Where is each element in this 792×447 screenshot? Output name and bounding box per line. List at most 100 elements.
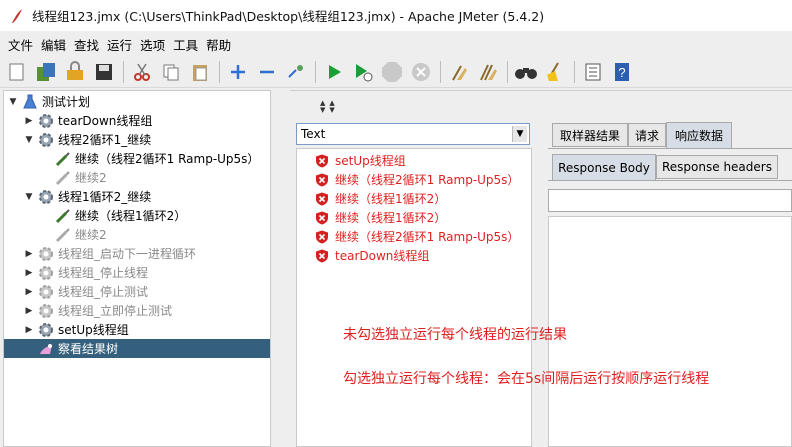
templates-icon[interactable] xyxy=(34,60,58,84)
tree-node-label: 继续（线程2循环1 Ramp-Up5s） xyxy=(75,152,260,166)
gear-icon xyxy=(37,302,54,319)
clear-all-icon[interactable] xyxy=(476,60,500,84)
menu-search[interactable]: 查找 xyxy=(70,35,103,54)
tree-node-sampler[interactable]: 继续（线程2循环1 Ramp-Up5s） xyxy=(54,149,259,168)
collapse-toggle-icon[interactable]: ▼ xyxy=(24,192,34,202)
toolbar: ? xyxy=(0,57,792,88)
tab-label: Response headers xyxy=(662,160,772,174)
result-item[interactable]: 继续（线程2循环1 Ramp-Up5s） xyxy=(315,170,519,189)
tree-node-label: setUp线程组 xyxy=(58,323,129,337)
menu-edit[interactable]: 编辑 xyxy=(37,35,70,54)
tree-node-teardown[interactable]: ▶ tearDown线程组 xyxy=(24,111,152,130)
toolbar-separator xyxy=(507,61,508,83)
pipette-icon xyxy=(54,207,71,224)
collapse-toggle-icon[interactable]: ▼ xyxy=(8,97,18,107)
tree-node-label: 继续2 xyxy=(75,228,107,242)
response-body-area[interactable] xyxy=(548,216,792,447)
start-icon[interactable] xyxy=(322,60,346,84)
tab-response-body[interactable]: Response Body xyxy=(552,154,656,180)
tree-node-label: 线程组_启动下一进程循环 xyxy=(58,247,197,261)
gear-icon xyxy=(37,264,54,281)
tree-node-sampler-disabled[interactable]: 继续2 xyxy=(54,168,107,187)
new-icon[interactable] xyxy=(5,60,29,84)
tree-node-sampler[interactable]: 继续（线程1循环2） xyxy=(54,206,186,225)
error-shield-icon xyxy=(316,211,328,224)
tree-node-thread2[interactable]: ▼ 线程2循环1_继续 xyxy=(24,130,151,149)
reset-search-icon[interactable] xyxy=(543,60,567,84)
chevron-down-icon[interactable]: ▼ xyxy=(512,126,527,142)
title-bar: 线程组123.jmx (C:\Users\ThinkPad\Desktop\线程… xyxy=(0,0,792,31)
tab-response-headers[interactable]: Response headers xyxy=(656,155,778,179)
tree-node-thread-disabled[interactable]: ▶ 线程组_启动下一进程循环 xyxy=(24,244,196,263)
expand-toggle-icon[interactable]: ▶ xyxy=(24,306,34,316)
response-search-field[interactable] xyxy=(548,189,792,212)
pipette-icon xyxy=(54,226,71,243)
renderer-select[interactable]: Text ▼ xyxy=(296,123,530,145)
tab-response-data[interactable]: 响应数据 xyxy=(666,122,732,148)
copy-icon[interactable] xyxy=(159,60,183,84)
error-shield-icon xyxy=(316,230,328,243)
result-item[interactable]: tearDown线程组 xyxy=(315,246,429,265)
expand-toggle-icon[interactable]: ▶ xyxy=(24,116,34,126)
menu-options[interactable]: 选项 xyxy=(136,35,169,54)
function-helper-icon[interactable] xyxy=(581,60,605,84)
collapse-toggle-icon[interactable]: ▼ xyxy=(24,135,34,145)
result-label: 继续（线程1循环2） xyxy=(335,192,447,206)
split-arrows-icon[interactable]: ▲▲ ▼▼ xyxy=(320,100,339,114)
result-item[interactable]: 继续（线程1循环2） xyxy=(315,189,446,208)
result-item[interactable]: 继续（线程2循环1 Ramp-Up5s） xyxy=(315,227,519,246)
expand-toggle-icon[interactable]: ▶ xyxy=(24,325,34,335)
flask-icon xyxy=(21,93,38,110)
paste-icon[interactable] xyxy=(188,60,212,84)
tab-divider xyxy=(548,180,792,181)
pipette-icon xyxy=(54,169,71,186)
cut-icon[interactable] xyxy=(130,60,154,84)
shutdown-icon[interactable] xyxy=(409,60,433,84)
help-icon[interactable]: ? xyxy=(610,60,634,84)
annotation-note: 勾选独立运行每个线程：会在5s间隔后运行按顺序运行线程 xyxy=(343,371,710,387)
tree-node-label: 线程组_停止线程 xyxy=(58,266,149,280)
tab-sampler-result[interactable]: 取样器结果 xyxy=(552,123,628,147)
collapse-icon[interactable] xyxy=(255,60,279,84)
search-icon[interactable] xyxy=(514,60,538,84)
tree-node-thread1[interactable]: ▼ 线程1循环2_继续 xyxy=(24,187,151,206)
error-shield-icon xyxy=(316,192,328,205)
stop-icon[interactable] xyxy=(380,60,404,84)
clear-icon[interactable] xyxy=(447,60,471,84)
save-icon[interactable] xyxy=(92,60,116,84)
toolbar-separator xyxy=(574,61,575,83)
tab-label: 取样器结果 xyxy=(559,128,620,143)
open-icon[interactable] xyxy=(63,60,87,84)
expand-toggle-icon[interactable]: ▶ xyxy=(24,287,34,297)
tree-node-view-results[interactable]: 察看结果树 xyxy=(4,339,270,358)
toggle-icon[interactable] xyxy=(284,60,308,84)
pane-splitter[interactable] xyxy=(272,90,290,447)
tree-node-thread-disabled[interactable]: ▶ 线程组_立即停止测试 xyxy=(24,301,172,320)
gear-icon xyxy=(37,131,54,148)
expand-toggle-icon[interactable]: ▶ xyxy=(24,268,34,278)
tab-request[interactable]: 请求 xyxy=(628,123,666,147)
expand-toggle-icon[interactable]: ▶ xyxy=(24,249,34,259)
tree-node-thread-disabled[interactable]: ▶ 线程组_停止测试 xyxy=(24,282,148,301)
result-label: 继续（线程1循环2） xyxy=(335,211,447,225)
result-label: 继续（线程2循环1 Ramp-Up5s） xyxy=(335,230,520,244)
menu-run[interactable]: 运行 xyxy=(103,35,136,54)
tree-node-sampler-disabled[interactable]: 继续2 xyxy=(54,225,107,244)
gear-icon xyxy=(37,245,54,262)
tree-node-thread-disabled[interactable]: ▶ 线程组_停止线程 xyxy=(24,263,148,282)
menu-help[interactable]: 帮助 xyxy=(202,35,235,54)
start-no-pause-icon[interactable] xyxy=(351,60,375,84)
result-label: setUp线程组 xyxy=(335,154,406,168)
expand-icon[interactable] xyxy=(226,60,250,84)
results-list: setUp线程组 继续（线程2循环1 Ramp-Up5s） 继续（线程1循环2）… xyxy=(296,148,532,447)
result-item[interactable]: setUp线程组 xyxy=(315,151,406,170)
tree-node-setup[interactable]: ▶ setUp线程组 xyxy=(24,320,129,339)
result-item[interactable]: 继续（线程1循环2） xyxy=(315,208,446,227)
tree-node-label: 线程组_立即停止测试 xyxy=(58,304,173,318)
menu-file[interactable]: 文件 xyxy=(4,35,37,54)
menu-tools[interactable]: 工具 xyxy=(169,35,202,54)
listener-icon xyxy=(37,340,54,357)
annotation-note: 未勾选独立运行每个线程的运行结果 xyxy=(343,327,567,343)
test-plan-tree: ▼ 测试计划 ▶ tearDown线程组 ▼ 线程2循环1_继续 继续（线程2循… xyxy=(3,90,271,447)
tree-node-test-plan[interactable]: ▼ 测试计划 xyxy=(8,92,90,111)
